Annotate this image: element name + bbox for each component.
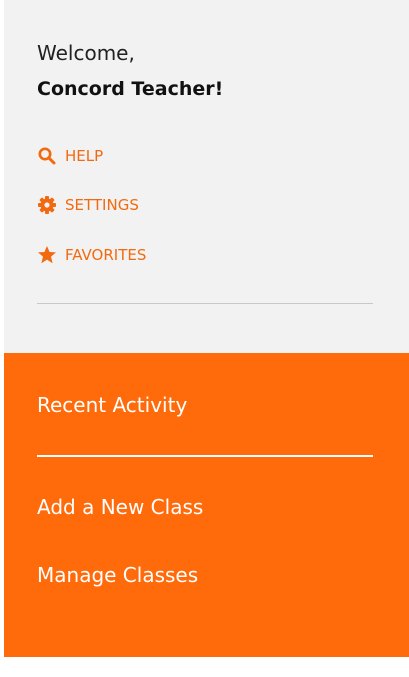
add-new-class-link[interactable]: Add a New Class: [37, 494, 203, 520]
favorites-link[interactable]: FAVORITES: [37, 243, 146, 267]
welcome-text: Welcome,: [37, 41, 135, 65]
settings-label: SETTINGS: [65, 196, 139, 214]
teacher-sidebar: Welcome, Concord Teacher! HELP SETTINGS …: [4, 0, 409, 677]
favorites-label: FAVORITES: [65, 246, 147, 264]
manage-classes-link[interactable]: Manage Classes: [37, 562, 198, 588]
user-name: Concord Teacher!: [37, 78, 224, 100]
recent-activity-link[interactable]: Recent Activity: [37, 392, 187, 418]
star-icon: [37, 245, 57, 265]
class-navigation: Recent Activity Add a New Class Manage C…: [4, 353, 409, 657]
search-icon: [37, 146, 57, 166]
account-section: Welcome, Concord Teacher! HELP SETTINGS …: [4, 0, 409, 353]
gear-icon: [37, 195, 57, 215]
nav-divider: [37, 455, 373, 457]
help-label: HELP: [65, 147, 104, 165]
section-divider: [37, 303, 373, 304]
help-link[interactable]: HELP: [37, 144, 103, 168]
settings-link[interactable]: SETTINGS: [37, 193, 139, 217]
